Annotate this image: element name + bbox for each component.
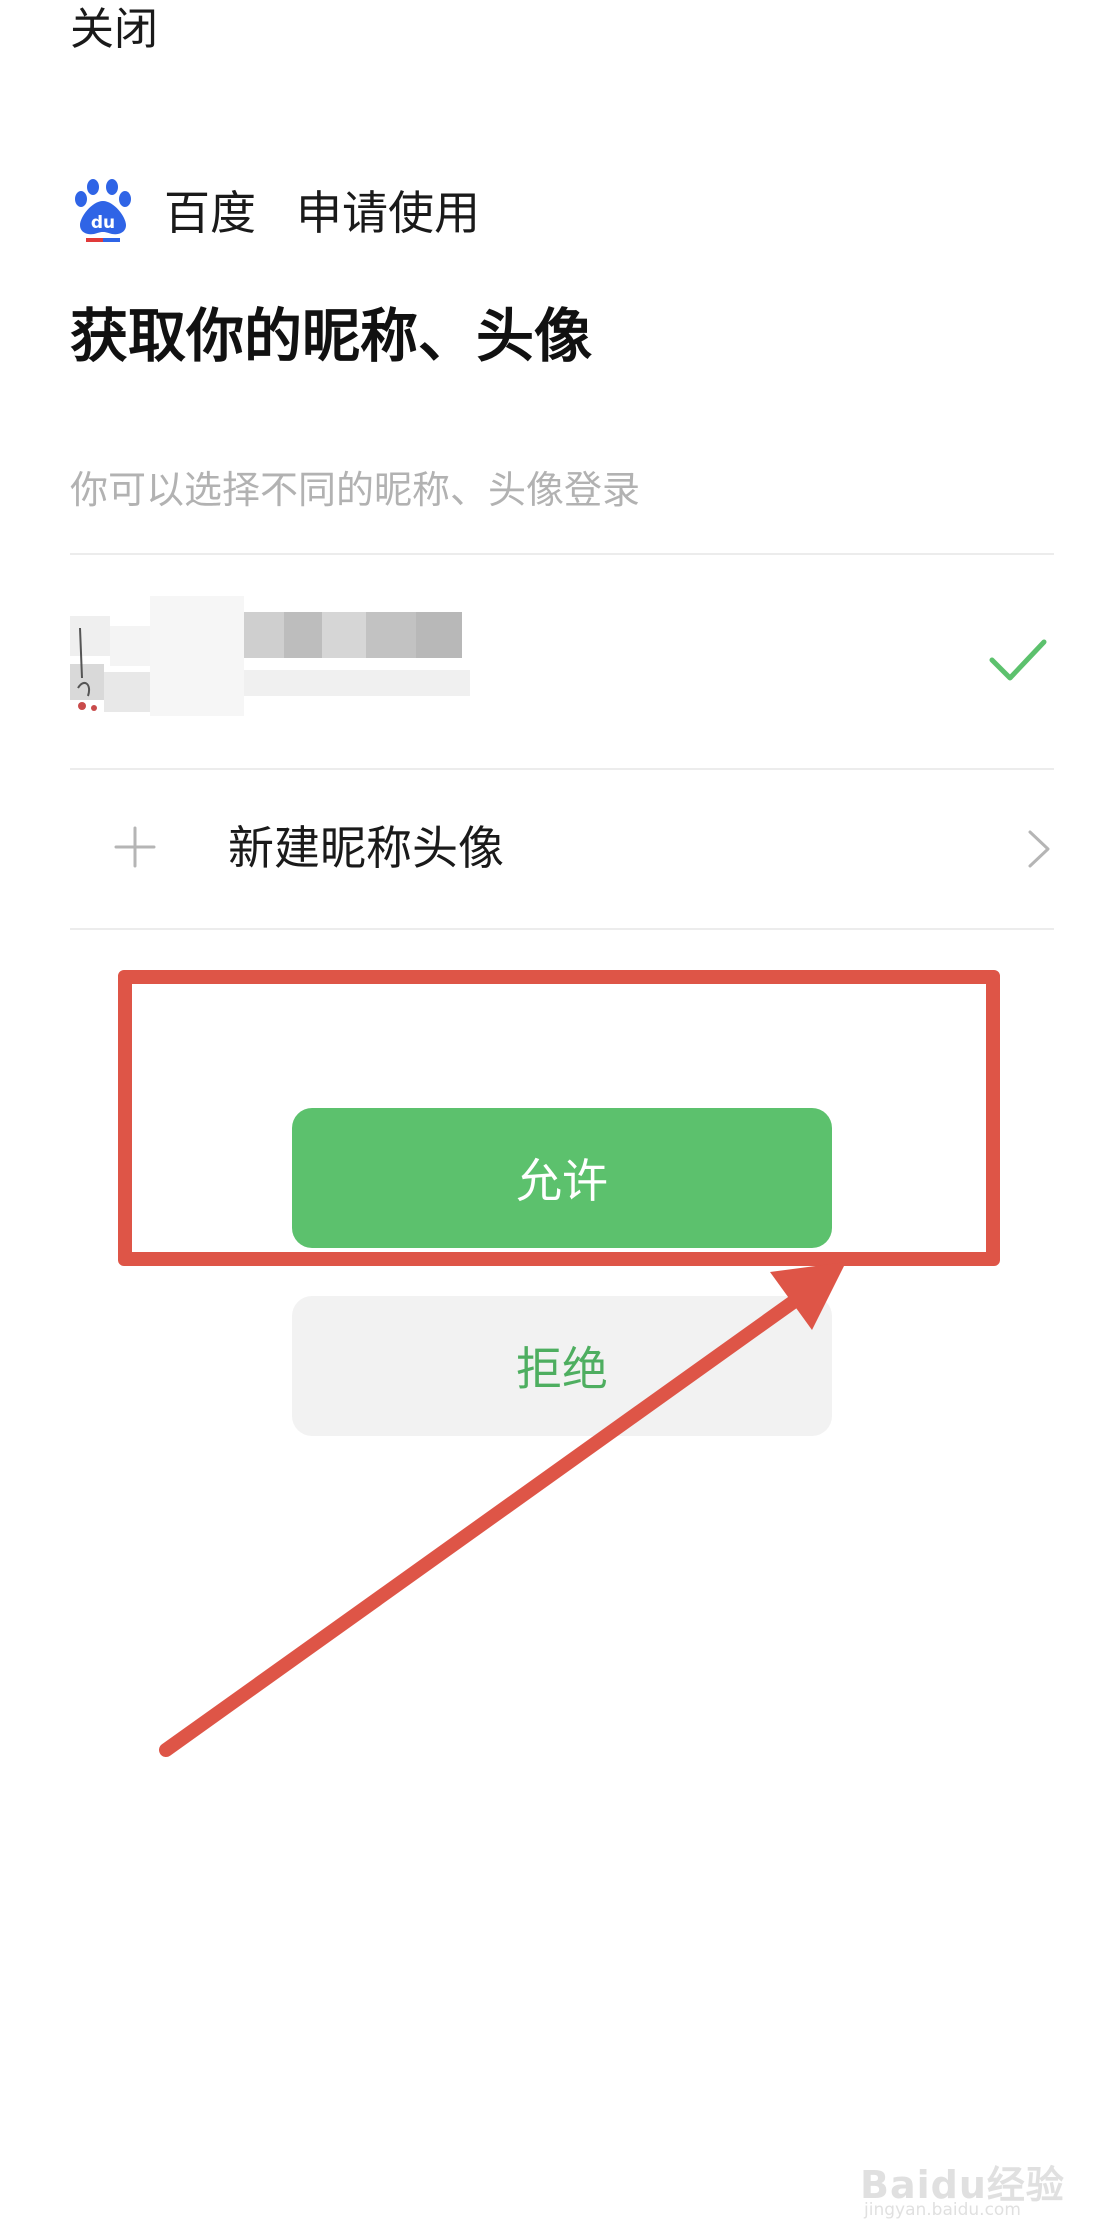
profile-option-row[interactable]	[0, 556, 1104, 766]
divider	[70, 553, 1054, 555]
new-profile-row[interactable]: 新建昵称头像	[0, 770, 1104, 930]
watermark-sub: jingyan.baidu.com	[864, 2200, 1021, 2220]
close-button[interactable]: 关闭	[70, 0, 158, 60]
app-name: 百度	[164, 186, 256, 240]
baidu-jingyan-watermark: Baidu经验 jingyan.baidu.com	[860, 2140, 1090, 2220]
request-text: 申请使用	[296, 186, 480, 240]
checkmark-icon	[989, 639, 1047, 681]
chevron-right-icon	[1028, 830, 1050, 868]
deny-button[interactable]: 拒绝	[292, 1296, 832, 1436]
annotation-highlight-box	[118, 970, 1000, 1266]
logo-text: du	[91, 213, 115, 233]
permission-hint: 你可以选择不同的昵称、头像登录	[70, 468, 641, 512]
divider	[70, 928, 1054, 930]
new-profile-label: 新建昵称头像	[228, 821, 504, 875]
plus-icon	[114, 826, 156, 868]
app-info-row: du 百度 申请使用	[72, 175, 480, 245]
baidu-paw-logo-icon: du	[72, 177, 134, 243]
permission-title: 获取你的昵称、头像	[70, 302, 593, 370]
